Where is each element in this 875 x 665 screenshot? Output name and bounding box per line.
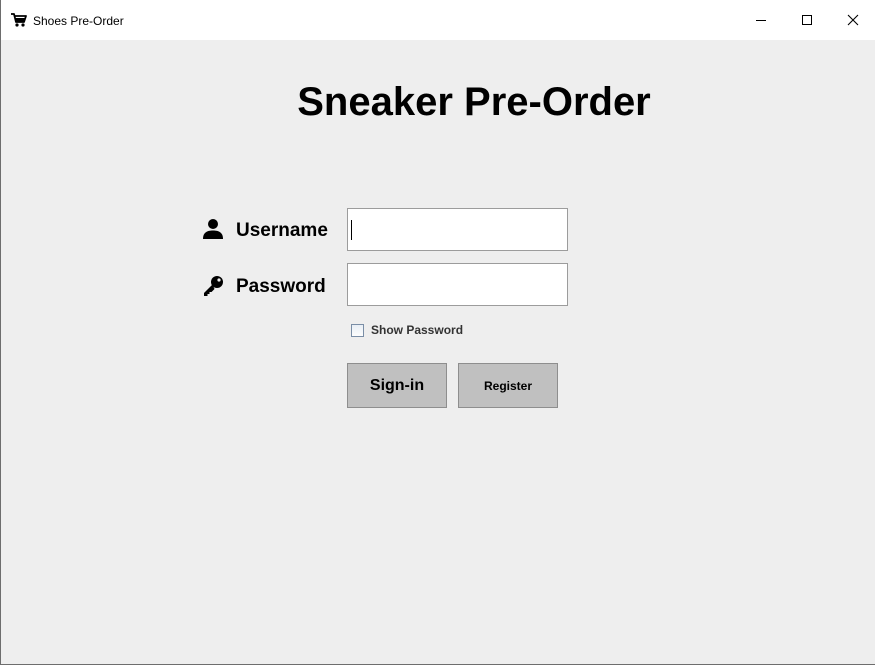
username-label: Username bbox=[236, 220, 328, 241]
checkbox-box[interactable] bbox=[351, 323, 364, 337]
text-caret bbox=[351, 220, 352, 240]
minimize-icon bbox=[755, 14, 767, 26]
show-password-checkbox[interactable]: Show Password bbox=[351, 322, 463, 338]
show-password-label[interactable]: Show Password bbox=[371, 323, 463, 337]
register-button[interactable]: Register bbox=[458, 363, 558, 408]
title-bar[interactable]: Shoes Pre-Order bbox=[1, 0, 875, 40]
page-title: Sneaker Pre-Order bbox=[297, 80, 651, 124]
user-icon bbox=[202, 218, 224, 240]
password-label: Password bbox=[236, 276, 326, 297]
minimize-button[interactable] bbox=[738, 0, 784, 40]
password-field[interactable] bbox=[347, 263, 568, 306]
login-window: Shoes Pre-Order Sneaker Pre-Order Userna… bbox=[0, 0, 875, 665]
sign-in-button[interactable]: Sign-in bbox=[347, 363, 447, 408]
close-button[interactable] bbox=[830, 0, 875, 40]
maximize-icon bbox=[801, 14, 813, 26]
key-icon bbox=[202, 275, 224, 297]
maximize-button[interactable] bbox=[784, 0, 830, 40]
window-title: Shoes Pre-Order bbox=[33, 14, 124, 28]
username-field[interactable] bbox=[347, 208, 568, 251]
shopping-cart-icon bbox=[10, 11, 28, 29]
close-icon bbox=[847, 14, 859, 26]
